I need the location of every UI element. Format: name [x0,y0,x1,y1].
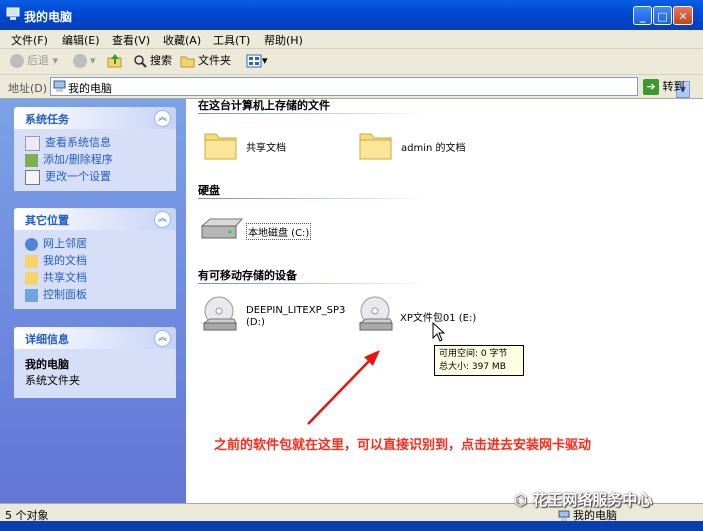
address-input[interactable]: 我的电脑 ▼ [50,77,690,98]
go-button[interactable]: ➔ 转到 [643,78,685,95]
shared-documents-link[interactable]: 共享文档 [25,269,166,286]
change-setting-link[interactable]: 更改一个设置 [25,168,166,185]
wechat-icon: ⌬ [514,491,533,509]
explorer-window: 我的电脑 _ □ ✕ 文件(F) 编辑(E) 查看(V) 收藏(A) 工具(T)… [0,0,703,531]
menu-help[interactable]: 帮助(H) [264,32,303,48]
network-places-link[interactable]: 网上邻居 [25,235,166,252]
address-bar: 地址(D) 我的电脑 ▼ ➔ 转到 [0,75,703,99]
system-tasks-header[interactable]: 系统任务 ︽ [14,107,176,129]
tooltip-total-size: 总大小: 397 MB [439,362,506,372]
folder-icon [25,271,38,285]
link-label: 我的文档 [43,254,87,267]
forward-arrow-icon [73,54,87,68]
link-label: 添加/删除程序 [43,153,113,166]
folders-button[interactable]: 文件夹 [180,53,231,69]
collapse-icon[interactable]: ︽ [154,330,171,347]
link-label: 共享文档 [43,271,87,284]
link-label: 网上邻居 [43,237,87,250]
details-header[interactable]: 详细信息 ︽ [14,327,176,349]
control-panel-icon [25,288,38,302]
details-title: 详细信息 [25,333,69,346]
details-name: 我的电脑 [25,358,69,371]
address-value: 我的电脑 [68,82,112,95]
other-places-panel: 其它位置 ︽ 网上邻居 我的文档 共享文档 控制面板 [14,208,176,309]
view-system-info-link[interactable]: 查看系统信息 [25,134,166,151]
search-icon [134,54,147,68]
my-computer-icon [6,7,20,20]
watermark-text: 花王网络服务中心 [532,491,653,509]
folder-icon [180,56,195,67]
menu-favorites[interactable]: 收藏(A) [163,32,201,48]
collapse-icon[interactable]: ︽ [154,110,171,127]
my-computer-icon [53,80,66,92]
other-places-header[interactable]: 其它位置 ︽ [14,208,176,230]
details-type: 系统文件夹 [25,374,80,387]
title-bar[interactable]: 我的电脑 _ □ ✕ [0,0,703,30]
system-tasks-panel: 系统任务 ︽ 查看系统信息 添加/删除程序 更改一个设置 [14,107,176,191]
up-folder-button[interactable] [107,53,123,69]
go-label: 转到 [662,80,685,93]
back-arrow-icon [10,54,24,68]
system-tasks-title: 系统任务 [25,113,69,126]
collapse-icon[interactable]: ︽ [154,211,171,228]
back-button[interactable]: 后退 ▾ [10,53,58,69]
menu-file[interactable]: 文件(F) [11,32,48,48]
maximize-button[interactable]: □ [653,6,672,25]
drive-tooltip: 可用空间: 0 字节 总大小: 397 MB [434,345,524,376]
address-label: 地址(D) [8,82,48,95]
back-label: 后退 [27,54,49,67]
search-button[interactable]: 搜索 [134,53,172,69]
menu-view[interactable]: 查看(V) [112,32,150,48]
tooltip-free-space: 可用空间: 0 字节 [439,349,508,359]
forward-button[interactable]: ▾ [73,53,96,69]
search-label: 搜索 [150,54,172,67]
menu-tools[interactable]: 工具(T) [213,32,250,48]
annotation-text: 之前的软件包就在这里，可以直接识别到，点击进去安装网卡驱动 [214,438,592,453]
go-arrow-icon: ➔ [643,79,659,95]
add-remove-icon [25,153,38,167]
menu-edit[interactable]: 编辑(E) [62,32,100,48]
watermark: ⌬ 花王网络服务中心 [514,489,652,510]
window-title: 我的电脑 [24,10,73,24]
link-label: 查看系统信息 [45,136,111,149]
network-icon [25,237,38,251]
link-label: 控制面板 [43,288,87,301]
details-panel: 详细信息 ︽ 我的电脑 系统文件夹 [14,327,176,398]
views-icon [246,54,262,68]
system-info-icon [25,135,40,151]
toolbar: 后退 ▾ ▾ 搜索 文件夹 ▾ [0,49,703,75]
my-documents-link[interactable]: 我的文档 [25,252,166,269]
views-button[interactable]: ▾ [246,53,268,69]
other-places-title: 其它位置 [25,214,69,227]
window-frame [0,521,703,531]
add-remove-programs-link[interactable]: 添加/删除程序 [25,151,166,168]
link-label: 更改一个设置 [45,170,111,183]
close-button[interactable]: ✕ [673,6,693,25]
control-panel-link[interactable]: 控制面板 [25,286,166,303]
folders-label: 文件夹 [198,54,231,67]
task-pane: 系统任务 ︽ 查看系统信息 添加/删除程序 更改一个设置 其它位置 ︽ 网上邻居… [0,99,186,503]
minimize-button[interactable]: _ [633,6,652,25]
folder-icon [25,254,38,268]
menu-bar: 文件(F) 编辑(E) 查看(V) 收藏(A) 工具(T) 帮助(H) [0,30,703,79]
mouse-cursor-icon [432,322,446,342]
up-folder-icon [107,54,122,68]
control-panel-icon [25,169,40,185]
